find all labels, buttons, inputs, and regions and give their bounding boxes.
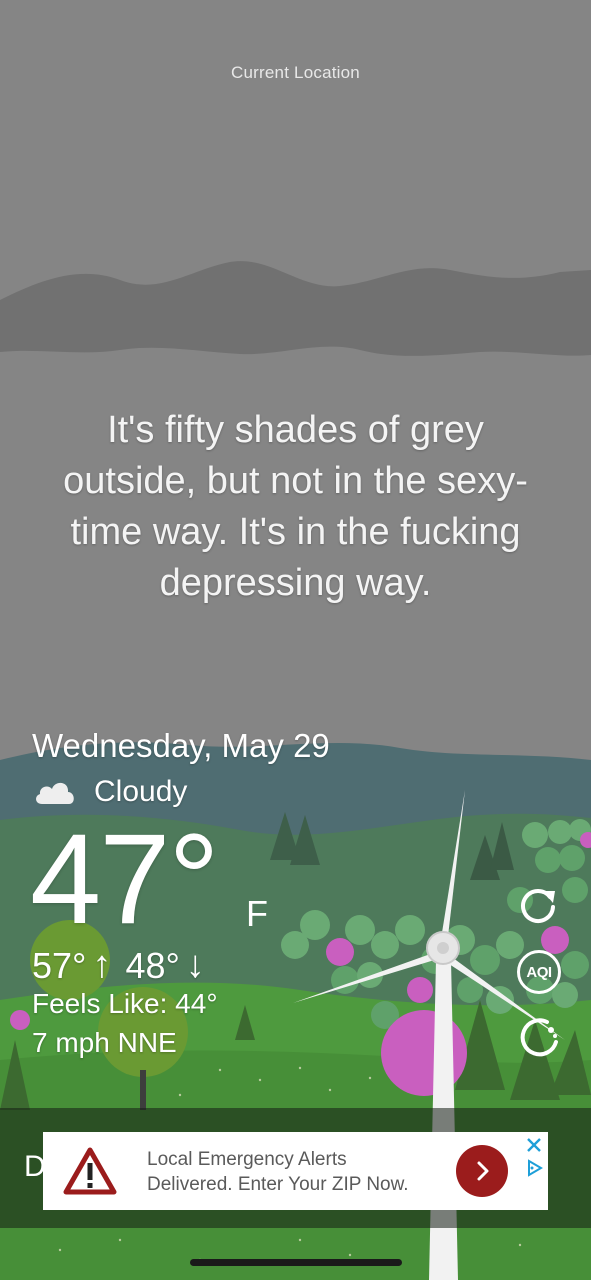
pink-tree (381, 1010, 467, 1096)
cloud-icon (36, 782, 74, 804)
ad-text: Local Emergency Alerts Delivered. Enter … (147, 1147, 409, 1197)
weather-quote: It's fifty shades of grey outside, but n… (63, 409, 528, 604)
temperature-unit[interactable]: F (246, 893, 268, 935)
feels-like: Feels Like: 44° (32, 988, 218, 1019)
low-temperature: 48° (125, 944, 180, 986)
ad-go-button[interactable] (456, 1145, 508, 1197)
high-low-row: 57° ↑ 48° ↓ (32, 944, 219, 987)
current-location-label[interactable]: Current Location (0, 63, 591, 83)
arrow-up-icon: ↑ (92, 944, 112, 986)
ad-line-2: Delivered. Enter Your ZIP Now. (147, 1174, 409, 1195)
current-temperature: 47° (30, 808, 220, 951)
ad-banner[interactable]: Local Emergency Alerts Delivered. Enter … (43, 1132, 548, 1210)
weather-scene-background (0, 0, 591, 1280)
adchoices-icon[interactable] (525, 1159, 543, 1177)
arrow-down-icon: ↓ (185, 944, 205, 986)
condition-row: Cloudy (32, 774, 187, 810)
close-icon[interactable] (525, 1136, 543, 1154)
aqi-button[interactable]: AQI (517, 950, 561, 994)
spinner-icon (520, 1018, 558, 1057)
wind-info: 7 mph NNE (32, 1027, 177, 1058)
chevron-right-icon (477, 1161, 489, 1181)
condition-text: Cloudy (94, 775, 188, 808)
loading-button[interactable] (517, 1016, 561, 1060)
high-temperature: 57° (32, 944, 87, 986)
refresh-button[interactable] (517, 883, 561, 927)
ad-line-1: Local Emergency Alerts (147, 1149, 347, 1170)
forecast-date: Wednesday, May 29 (32, 727, 330, 764)
warning-icon (63, 1147, 117, 1195)
home-indicator[interactable] (190, 1259, 402, 1266)
refresh-icon (521, 889, 555, 924)
